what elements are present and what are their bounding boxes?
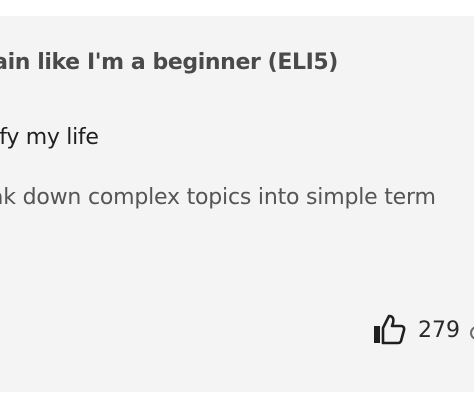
like-button[interactable]: 279 [372,312,460,348]
card-category: plify my life [0,125,99,150]
partial-icon [470,326,474,340]
card-title: lain like I'm a beginner (ELI5) [0,50,338,75]
prompt-card[interactable]: lain like I'm a beginner (ELI5) plify my… [0,16,474,392]
thumbs-up-icon[interactable] [372,314,406,346]
like-count: 279 [418,317,460,343]
card-description: ak down complex topics into simple term [0,185,436,210]
